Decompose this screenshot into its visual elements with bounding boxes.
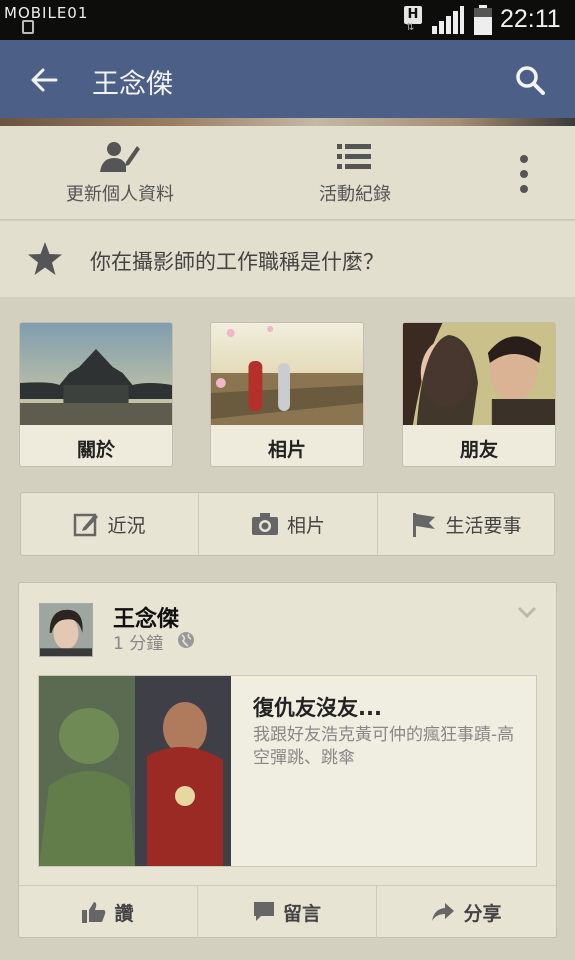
app-bar: 王念傑 xyxy=(0,40,575,118)
activity-log-button[interactable]: 活動紀錄 xyxy=(290,126,420,220)
status-button[interactable]: 近況 xyxy=(21,493,198,555)
back-arrow-icon[interactable] xyxy=(26,62,62,98)
photo-button[interactable]: 相片 xyxy=(199,493,377,555)
avatar[interactable] xyxy=(39,603,93,657)
search-icon[interactable] xyxy=(512,62,548,98)
link-thumbnail xyxy=(39,676,231,866)
comment-icon xyxy=(253,902,274,921)
like-label: 讚 xyxy=(114,902,134,925)
life-event-label: 生活要事 xyxy=(445,514,522,537)
page-title: 王念傑 xyxy=(92,69,173,100)
life-event-button[interactable]: 生活要事 xyxy=(378,493,555,555)
about-tile-photo xyxy=(20,323,172,425)
tile-photos[interactable]: 相片 xyxy=(210,322,364,467)
cover-photo-edge xyxy=(0,118,575,126)
profile-action-row: 更新個人資料 活動紀錄 xyxy=(0,126,575,220)
link-description: 我跟好友浩克黃可仲的瘋狂事蹟-高空彈跳、跳傘 xyxy=(253,725,515,768)
post-time: 1 分鐘 xyxy=(113,634,164,654)
photos-tile-photo xyxy=(211,323,363,425)
update-profile-button[interactable]: 更新個人資料 xyxy=(40,126,200,220)
list-icon xyxy=(337,144,371,169)
status-label: 近況 xyxy=(107,514,146,537)
update-profile-label: 更新個人資料 xyxy=(66,184,174,205)
edit-profile-icon xyxy=(100,142,140,172)
more-options-icon[interactable] xyxy=(512,154,536,194)
data-activity-icon: ⇅ xyxy=(406,22,415,33)
post-card: 王念傑 1 分鐘 復仇友沒友... 我跟好友浩克黃可仲的瘋狂事蹟-高空彈跳、跳傘… xyxy=(18,582,557,938)
status-bar: MOBILE01 H ⇅ 22:11 xyxy=(0,0,575,40)
thumbs-up-icon xyxy=(82,902,106,923)
share-label: 分享 xyxy=(463,902,502,925)
tile-friends-label: 朋友 xyxy=(459,439,498,461)
friends-tile-photo xyxy=(403,323,555,425)
tile-about-label: 關於 xyxy=(76,439,115,461)
question-text: 你在攝影師的工作職稱是什麼？ xyxy=(90,250,384,274)
chevron-down-icon[interactable] xyxy=(517,605,537,619)
star-icon xyxy=(28,242,62,275)
photo-label: 相片 xyxy=(286,514,325,537)
camera-icon xyxy=(251,513,278,535)
notification-phone-icon xyxy=(22,20,34,34)
pencil-icon xyxy=(74,513,99,537)
like-button[interactable]: 讚 xyxy=(19,886,197,938)
signal-icon xyxy=(432,6,464,34)
clock: 22:11 xyxy=(500,5,561,33)
share-icon xyxy=(432,903,455,921)
comment-label: 留言 xyxy=(282,902,321,925)
share-button[interactable]: 分享 xyxy=(377,886,556,938)
link-title: 復仇友沒友... xyxy=(253,696,382,720)
flag-icon xyxy=(413,513,436,537)
tile-about[interactable]: 關於 xyxy=(19,322,173,467)
composer-bar: 近況 相片 生活要事 xyxy=(20,492,555,556)
post-action-bar: 讚 留言 分享 xyxy=(19,885,556,938)
tile-friends[interactable]: 朋友 xyxy=(402,322,556,467)
brand-watermark: MOBILE01 xyxy=(4,4,89,22)
shared-link-card[interactable]: 復仇友沒友... 我跟好友浩克黃可仲的瘋狂事蹟-高空彈跳、跳傘 xyxy=(38,675,537,867)
globe-icon xyxy=(178,632,194,648)
battery-icon xyxy=(474,5,492,35)
tile-photos-label: 相片 xyxy=(267,439,306,461)
activity-log-label: 活動紀錄 xyxy=(319,184,391,205)
comment-button[interactable]: 留言 xyxy=(198,886,376,938)
